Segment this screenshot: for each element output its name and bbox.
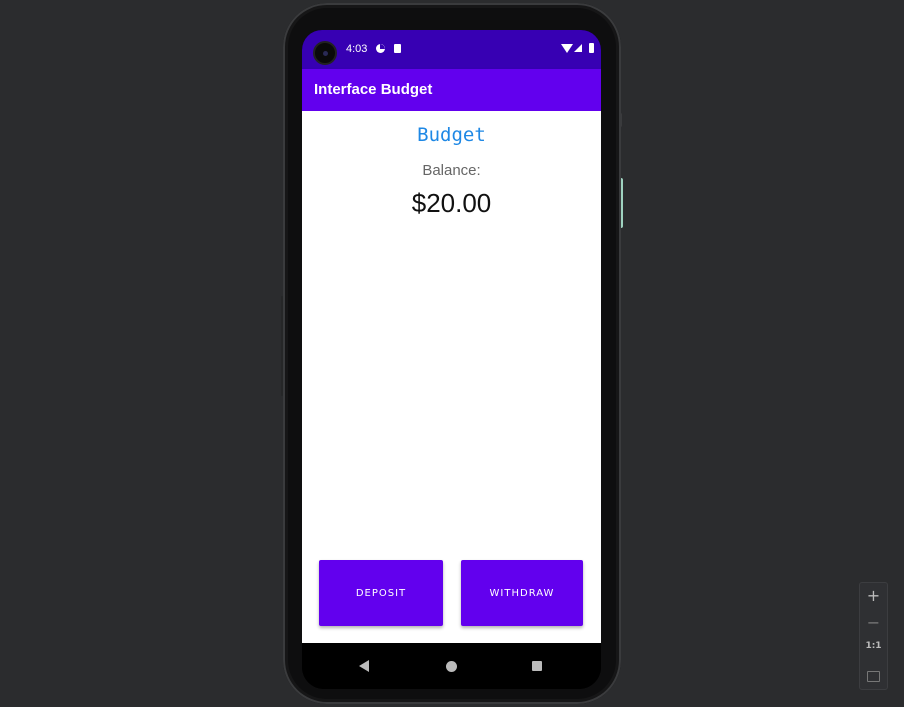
zoom-out-button[interactable]: − bbox=[860, 613, 887, 632]
status-time: 4:03 bbox=[346, 43, 368, 55]
navigation-bar bbox=[302, 643, 601, 689]
signal-icon bbox=[574, 44, 582, 52]
balance-value: $20.00 bbox=[411, 188, 492, 218]
sd-card-icon bbox=[394, 44, 401, 53]
app-title: Interface Budget bbox=[314, 81, 433, 98]
fit-screen-button[interactable] bbox=[860, 667, 887, 686]
status-bar: 4:03 bbox=[302, 30, 601, 69]
recent-apps-icon[interactable] bbox=[532, 661, 542, 671]
home-icon[interactable] bbox=[446, 661, 457, 672]
fit-screen-icon bbox=[867, 671, 880, 682]
device-screen: 4:03 Interface Budget Budget Balance: $2… bbox=[302, 30, 601, 689]
notification-icon bbox=[376, 44, 385, 53]
front-camera-icon bbox=[313, 41, 337, 65]
wifi-icon bbox=[561, 44, 573, 53]
actual-size-button[interactable]: 1:1 bbox=[860, 641, 887, 651]
back-icon[interactable] bbox=[359, 660, 369, 672]
zoom-in-button[interactable]: + bbox=[860, 586, 887, 605]
page-title: Budget bbox=[417, 124, 486, 146]
balance-label: Balance: bbox=[422, 162, 481, 179]
deposit-button[interactable]: DEPOSIT bbox=[319, 560, 443, 626]
withdraw-button[interactable]: WITHDRAW bbox=[461, 560, 583, 626]
main-content: Budget Balance: $20.00 DEPOSIT WITHDRAW bbox=[302, 111, 601, 643]
zoom-controls: + − 1:1 bbox=[859, 582, 888, 690]
battery-icon bbox=[589, 43, 594, 53]
app-bar: Interface Budget bbox=[302, 69, 601, 111]
